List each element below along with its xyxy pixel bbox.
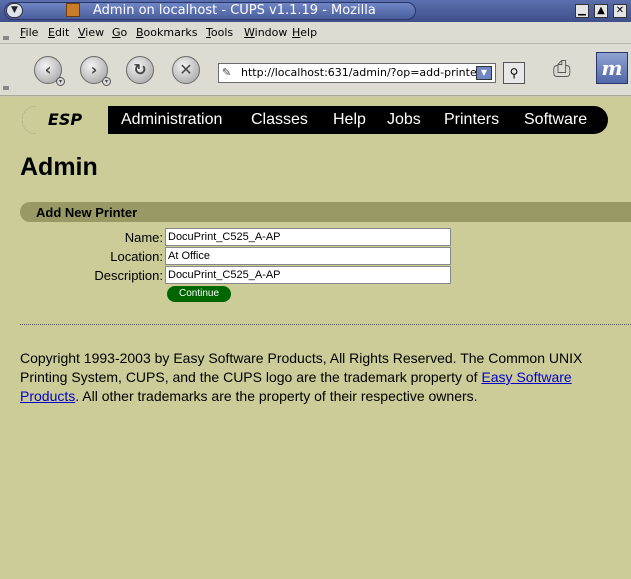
copyright-text-part2: . All other trademarks are the property … bbox=[75, 388, 478, 404]
window-menu-icon[interactable]: ▼ bbox=[6, 3, 23, 18]
menu-file[interactable]: File bbox=[20, 26, 38, 39]
location-label: Location: bbox=[110, 249, 163, 264]
url-input[interactable]: http://localhost:631/admin/?op=add-print… bbox=[218, 63, 496, 83]
navigation-toolbar: ‹ ▾ › ▾ ↻ ✕ http://localhost:631/admin/?op… bbox=[0, 44, 631, 96]
copyright-text: Copyright 1993-2003 by Easy Software Pro… bbox=[20, 349, 620, 406]
stop-icon[interactable]: ✕ bbox=[172, 56, 200, 84]
toolbar-grip-icon[interactable] bbox=[3, 36, 9, 40]
forward-dropdown-icon[interactable]: ▾ bbox=[102, 77, 111, 86]
page-content: ESP Administration Classes Help Jobs Pri… bbox=[0, 97, 631, 579]
tab-jobs[interactable]: Jobs bbox=[387, 110, 421, 130]
tab-help[interactable]: Help bbox=[333, 110, 366, 130]
close-icon[interactable]: ✕ bbox=[613, 4, 627, 18]
menubar: File Edit View Go Bookmarks Tools Window… bbox=[0, 22, 631, 44]
description-field[interactable]: DocuPrint_C525_A-AP bbox=[165, 266, 451, 284]
continue-button[interactable]: Continue bbox=[167, 286, 231, 302]
tab-esp[interactable]: ESP bbox=[22, 106, 108, 134]
menu-go[interactable]: Go bbox=[112, 26, 127, 39]
divider bbox=[20, 324, 631, 325]
menu-edit[interactable]: Edit bbox=[48, 26, 69, 39]
name-label: Name: bbox=[124, 230, 163, 245]
mozilla-throbber-icon[interactable]: m bbox=[596, 52, 628, 84]
menu-bookmarks[interactable]: Bookmarks bbox=[136, 26, 197, 39]
section-title: Add New Printer bbox=[36, 205, 138, 220]
forward-icon[interactable]: › ▾ bbox=[80, 56, 111, 86]
tab-printers[interactable]: Printers bbox=[444, 110, 499, 130]
page-title: Admin bbox=[20, 153, 98, 181]
menu-help[interactable]: Help bbox=[292, 26, 317, 39]
url-dropdown-icon[interactable]: ▼ bbox=[476, 66, 492, 80]
menu-view[interactable]: View bbox=[78, 26, 104, 39]
tab-classes[interactable]: Classes bbox=[251, 110, 308, 130]
tab-software[interactable]: Software bbox=[524, 110, 587, 130]
maximize-icon[interactable]: ▲ bbox=[594, 4, 608, 18]
reload-icon[interactable]: ↻ bbox=[126, 56, 154, 84]
back-dropdown-icon[interactable]: ▾ bbox=[56, 77, 65, 86]
location-field[interactable]: At Office bbox=[165, 247, 451, 265]
print-icon[interactable]: ⎙ bbox=[553, 56, 585, 84]
tab-administration[interactable]: Administration bbox=[121, 110, 222, 130]
window-titlebar: Admin on localhost - CUPS v1.1.19 - Mozi… bbox=[0, 0, 631, 22]
description-label: Description: bbox=[94, 268, 163, 283]
menu-window[interactable]: Window bbox=[244, 26, 287, 39]
name-field[interactable]: DocuPrint_C525_A-AP bbox=[165, 228, 451, 246]
cups-nav-bar bbox=[22, 106, 608, 134]
minimize-icon[interactable]: ▁ bbox=[575, 4, 589, 18]
page-proxy-icon[interactable]: ✎ bbox=[222, 66, 236, 80]
search-icon[interactable]: ⚲ bbox=[503, 62, 525, 84]
menu-tools[interactable]: Tools bbox=[206, 26, 233, 39]
app-icon bbox=[66, 3, 80, 17]
toolbar-grip-icon[interactable] bbox=[3, 86, 9, 90]
back-icon[interactable]: ‹ ▾ bbox=[34, 56, 65, 86]
